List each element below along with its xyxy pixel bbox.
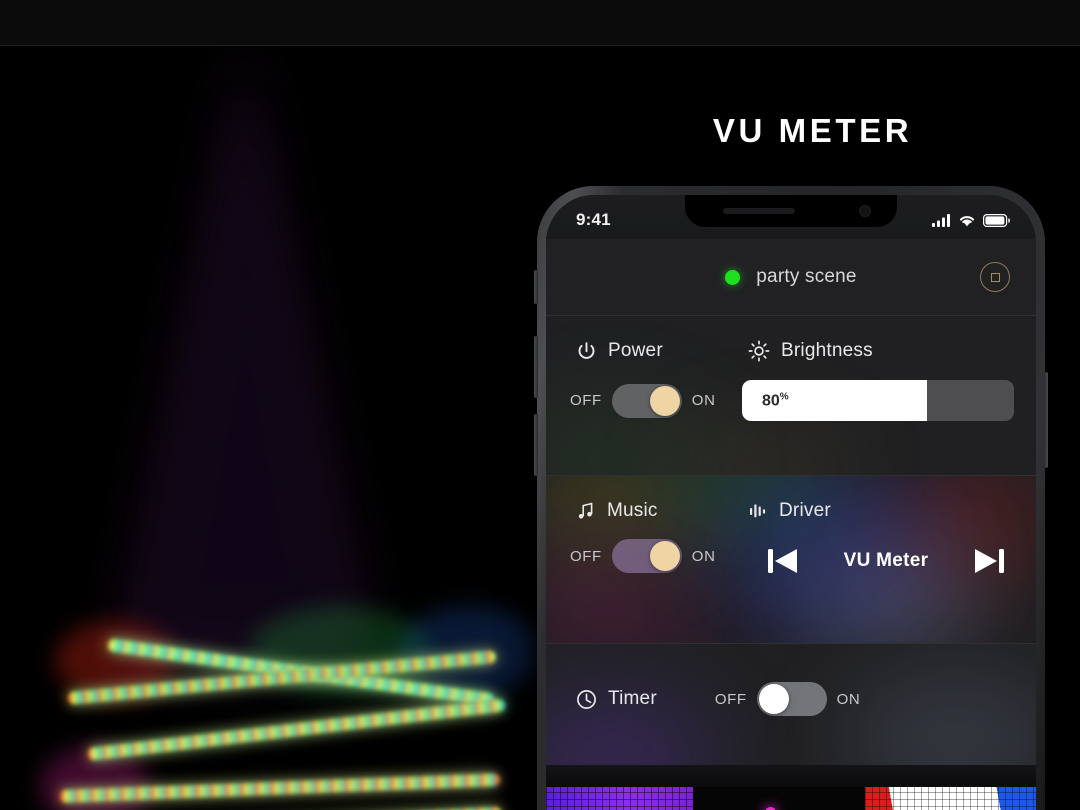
led-strip-4 (59, 773, 500, 803)
timer-toggle[interactable]: OFF ON (715, 682, 861, 716)
wifi-icon (958, 214, 976, 227)
brightness-value-unit: % (779, 390, 789, 402)
power-button[interactable] (1044, 372, 1048, 468)
timer-toggle-knob[interactable] (758, 684, 789, 714)
right-pane: VU METER 9:41 party scene Power Brightne… (534, 46, 1080, 810)
phone-mockup: 9:41 party scene Power Brightness OFF ON… (534, 186, 1048, 810)
music-driver-section: Music Driver OFF ON VU Meter (546, 475, 1036, 643)
skip-next-icon[interactable] (972, 546, 1006, 576)
timer-row: Timer OFF ON (546, 644, 1036, 716)
brightness-value-number: 80 (762, 392, 780, 410)
cellular-signal-icon (932, 213, 951, 227)
matrix-segment-dark (693, 787, 865, 810)
power-label-group: Power (576, 340, 748, 362)
music-label: Music (607, 500, 658, 521)
page-title: VU METER (712, 112, 913, 149)
volume-up-button[interactable] (534, 336, 538, 398)
music-toggle-track[interactable] (611, 539, 682, 573)
brightness-slider[interactable]: 80% (742, 380, 1014, 421)
driver-selector: VU Meter (742, 536, 1036, 576)
timer-toggle-on-label: ON (836, 690, 861, 708)
power-toggle-track[interactable] (611, 383, 682, 418)
status-icons (932, 213, 1010, 227)
phone-screen: 9:41 party scene Power Brightness OFF ON… (546, 195, 1036, 810)
music-toggle-row: OFF ON VU Meter (546, 522, 1036, 576)
scene-header[interactable]: party scene (546, 239, 1036, 315)
led-strip-photo (0, 46, 545, 810)
battery-icon (983, 213, 1010, 227)
power-toggle-on-label: ON (691, 392, 716, 409)
status-time: 9:41 (576, 210, 611, 229)
led-matrix-preview (546, 765, 1036, 810)
stop-square-glyph (990, 272, 1000, 282)
brightness-sun-icon (748, 340, 770, 362)
timer-label-group: Timer (576, 688, 657, 710)
top-black-band (0, 0, 1080, 46)
music-toggle-on-label: ON (691, 547, 716, 565)
timer-toggle-track[interactable] (756, 682, 827, 716)
matrix-fade (546, 765, 1036, 789)
music-driver-labels: Music Driver (546, 476, 1036, 522)
music-label-group: Music (576, 500, 748, 522)
power-brightness-labels: Power Brightness (546, 316, 1036, 362)
timer-section: Timer OFF ON (546, 643, 1036, 765)
music-note-icon (576, 501, 596, 521)
volume-down-button[interactable] (534, 414, 538, 476)
clock-icon (576, 689, 597, 710)
equalizer-icon (748, 501, 768, 521)
led-strip-3 (87, 698, 506, 761)
scene-name: party scene (756, 266, 857, 287)
timer-label: Timer (608, 688, 657, 709)
silent-switch[interactable] (534, 270, 538, 304)
brightness-label: Brightness (781, 340, 873, 361)
brightness-label-group: Brightness (748, 340, 873, 362)
led-matrix-strip (546, 787, 1036, 810)
driver-label-group: Driver (748, 500, 831, 522)
timer-toggle-off-label: OFF (714, 690, 747, 708)
earpiece-speaker (723, 208, 795, 214)
notch (685, 195, 897, 227)
stop-square-icon[interactable] (980, 262, 1010, 292)
power-toggle-knob[interactable] (649, 385, 680, 416)
driver-label: Driver (779, 500, 831, 521)
power-toggle[interactable]: OFF ON (570, 383, 742, 418)
brightness-value: 80% (762, 391, 789, 410)
power-brightness-section: Power Brightness OFF ON 80% (546, 315, 1036, 475)
power-toggle-off-label: OFF (570, 392, 602, 409)
led-strip-5 (71, 806, 502, 810)
music-toggle-off-label: OFF (570, 547, 602, 565)
matrix-segment-purple (546, 787, 693, 810)
music-toggle-knob[interactable] (649, 541, 680, 571)
driver-name: VU Meter (843, 550, 929, 571)
screenshot-root: VU METER 9:41 party scene Power Brightne… (0, 0, 1080, 810)
matrix-segment-flag (864, 787, 1036, 810)
front-camera-icon (859, 205, 871, 217)
dark-cone-shape-inner (150, 106, 340, 626)
power-label: Power (608, 340, 663, 361)
power-brightness-controls: OFF ON 80% (546, 362, 1036, 421)
scene-status-dot (725, 269, 741, 285)
music-toggle[interactable]: OFF ON (570, 539, 742, 573)
skip-previous-icon[interactable] (766, 546, 800, 576)
power-icon (576, 341, 597, 362)
